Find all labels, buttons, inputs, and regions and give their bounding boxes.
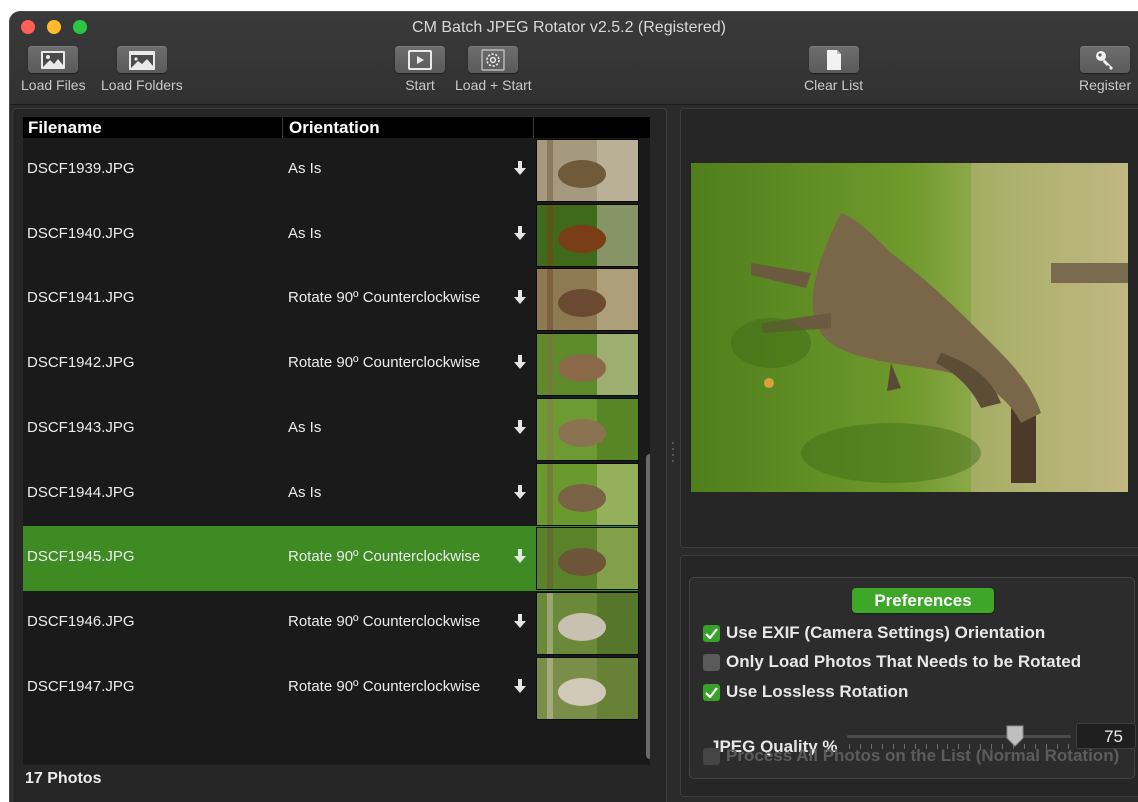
lossless-label: Use Lossless Rotation bbox=[726, 682, 909, 701]
row-thumbnail bbox=[536, 397, 639, 461]
photo-count: 17 Photos bbox=[25, 770, 102, 787]
photo-icon bbox=[28, 46, 79, 73]
row-filename: DSCF1947.JPG bbox=[27, 677, 135, 695]
key-icon bbox=[1080, 46, 1131, 73]
blank-document-icon bbox=[808, 46, 859, 73]
row-orientation[interactable]: As Is bbox=[288, 225, 321, 242]
row-filename: DSCF1941.JPG bbox=[27, 289, 135, 307]
load-files-button[interactable]: Load Files bbox=[21, 46, 86, 93]
table-row[interactable]: DSCF1946.JPG Rotate 90º Counterclockwise bbox=[23, 591, 639, 656]
file-table: Filename Orientation DSCF1939.JPG As Is DS… bbox=[23, 117, 650, 765]
arrow-down-icon[interactable] bbox=[513, 678, 527, 694]
checkbox-empty-icon bbox=[703, 653, 720, 671]
row-thumbnail bbox=[536, 203, 639, 267]
clear-list-label: Clear List bbox=[804, 77, 864, 93]
preview-panel bbox=[680, 108, 1138, 548]
table-row[interactable]: DSCF1941.JPG Rotate 90º Counterclockwise bbox=[23, 267, 639, 332]
row-orientation[interactable]: Rotate 90º Counterclockwise bbox=[288, 678, 480, 695]
preferences-box: Preferences Use EXIF (Camera Settings) O… bbox=[689, 577, 1136, 779]
column-header-orientation[interactable]: Orientation bbox=[289, 118, 380, 138]
row-thumbnail bbox=[536, 656, 639, 720]
arrow-down-icon[interactable] bbox=[513, 484, 527, 500]
process-all-label: Process All Photos on the List (Normal R… bbox=[726, 746, 1120, 765]
preferences-panel: Preferences Use EXIF (Camera Settings) O… bbox=[680, 555, 1138, 797]
lossless-rotation-checkbox[interactable]: Use Lossless Rotation bbox=[703, 682, 908, 702]
row-thumbnail bbox=[536, 527, 639, 591]
row-thumbnail bbox=[536, 268, 639, 332]
row-filename: DSCF1944.JPG bbox=[27, 483, 135, 501]
row-filename: DSCF1942.JPG bbox=[27, 354, 135, 372]
table-row[interactable]: DSCF1940.JPG As Is bbox=[23, 203, 639, 268]
jpeg-quality-slider[interactable] bbox=[847, 735, 1071, 738]
start-button[interactable]: Start bbox=[395, 46, 445, 93]
use-exif-checkbox[interactable]: Use EXIF (Camera Settings) Orientation bbox=[703, 623, 1045, 643]
arrow-down-icon[interactable] bbox=[513, 613, 527, 629]
register-label: Register bbox=[1079, 77, 1132, 93]
row-orientation[interactable]: Rotate 90º Counterclockwise bbox=[288, 289, 480, 306]
column-header-filename[interactable]: Filename bbox=[28, 118, 102, 138]
row-orientation[interactable]: Rotate 90º Counterclockwise bbox=[288, 613, 480, 630]
only-load-label: Only Load Photos That Needs to be Rotate… bbox=[726, 652, 1082, 671]
window-title: CM Batch JPEG Rotator v2.5.2 (Registered… bbox=[412, 19, 726, 36]
load-files-label: Load Files bbox=[21, 77, 86, 93]
table-row[interactable]: DSCF1942.JPG Rotate 90º Counterclockwise bbox=[23, 332, 639, 397]
row-orientation[interactable]: As Is bbox=[288, 484, 321, 501]
row-thumbnail bbox=[536, 333, 639, 397]
table-row[interactable]: DSCF1944.JPG As Is bbox=[23, 462, 639, 527]
checkbox-disabled-icon bbox=[703, 747, 720, 765]
row-thumbnail bbox=[536, 591, 639, 655]
checkmark-icon bbox=[703, 683, 720, 701]
load-folders-label: Load Folders bbox=[101, 77, 183, 93]
table-row[interactable]: DSCF1947.JPG Rotate 90º Counterclockwise bbox=[23, 656, 639, 721]
row-thumbnail bbox=[536, 462, 639, 526]
row-filename: DSCF1940.JPG bbox=[27, 224, 135, 242]
arrow-down-icon[interactable] bbox=[513, 289, 527, 305]
folder-photo-icon bbox=[116, 46, 167, 73]
clear-list-button[interactable]: Clear List bbox=[804, 46, 863, 93]
split-view-divider[interactable] bbox=[672, 442, 674, 472]
row-filename: DSCF1943.JPG bbox=[27, 418, 135, 436]
start-label: Start bbox=[405, 77, 435, 93]
row-thumbnail bbox=[536, 139, 639, 202]
row-orientation[interactable]: Rotate 90º Counterclockwise bbox=[288, 548, 480, 565]
table-row[interactable]: DSCF1945.JPG Rotate 90º Counterclockwise bbox=[23, 526, 639, 591]
arrow-down-icon[interactable] bbox=[513, 419, 527, 435]
load-folders-button[interactable]: Load Folders bbox=[101, 46, 183, 93]
gear-icon bbox=[468, 46, 519, 73]
app-window: CM Batch JPEG Rotator v2.5.2 (Registered… bbox=[10, 12, 1138, 802]
use-exif-label: Use EXIF (Camera Settings) Orientation bbox=[726, 623, 1046, 642]
arrow-down-icon[interactable] bbox=[513, 225, 527, 241]
arrow-down-icon[interactable] bbox=[513, 160, 527, 176]
play-icon bbox=[395, 46, 445, 73]
titlebar: CM Batch JPEG Rotator v2.5.2 (Registered… bbox=[10, 12, 1138, 105]
photo-preview bbox=[691, 163, 1128, 492]
load-start-label: Load + Start bbox=[455, 77, 532, 93]
scrollbar-thumb[interactable] bbox=[646, 454, 650, 759]
preferences-header: Preferences bbox=[852, 588, 994, 613]
arrow-down-icon[interactable] bbox=[513, 354, 527, 370]
row-filename: DSCF1939.JPG bbox=[27, 160, 135, 177]
row-orientation[interactable]: As Is bbox=[288, 419, 321, 436]
checkmark-icon bbox=[703, 624, 720, 642]
row-filename: DSCF1946.JPG bbox=[27, 612, 135, 630]
arrow-down-icon[interactable] bbox=[513, 548, 527, 564]
row-filename: DSCF1945.JPG bbox=[27, 548, 135, 566]
table-header: Filename Orientation bbox=[23, 117, 650, 138]
row-orientation[interactable]: Rotate 90º Counterclockwise bbox=[288, 354, 480, 371]
slider-knob[interactable] bbox=[1005, 725, 1025, 747]
file-list-panel: Filename Orientation DSCF1939.JPG As Is DS… bbox=[12, 108, 667, 802]
process-all-checkbox[interactable]: Process All Photos on the List (Normal R… bbox=[703, 746, 1119, 766]
table-row[interactable]: DSCF1943.JPG As Is bbox=[23, 397, 639, 462]
row-orientation[interactable]: As Is bbox=[288, 160, 321, 177]
load-start-button[interactable]: Load + Start bbox=[455, 46, 532, 93]
table-row[interactable]: DSCF1939.JPG As Is bbox=[23, 138, 639, 203]
only-load-rotated-checkbox[interactable]: Only Load Photos That Needs to be Rotate… bbox=[703, 652, 1081, 672]
register-button[interactable]: Register bbox=[1079, 46, 1131, 93]
